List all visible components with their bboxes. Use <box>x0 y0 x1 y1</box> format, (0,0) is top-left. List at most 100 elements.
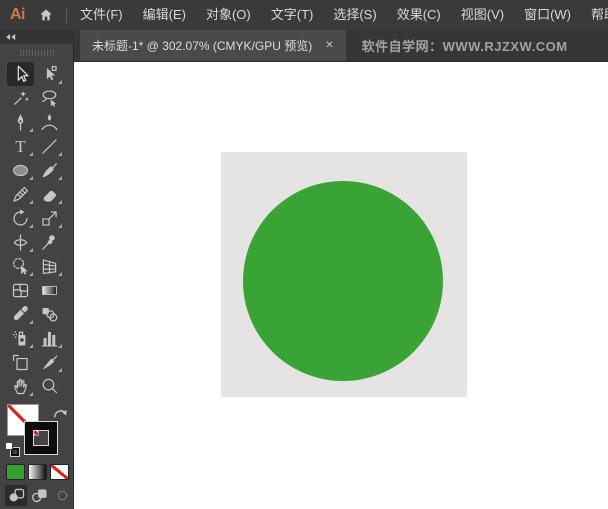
width-tool[interactable] <box>7 230 34 254</box>
lasso-icon <box>42 89 57 107</box>
ellipse-icon <box>12 164 29 176</box>
menu-bar: Ai 文件(F) 编辑(E) 对象(O) 文字(T) 选择(S) 效果(C) 视图(V) 窗口… <box>0 0 608 30</box>
menu-object[interactable]: 对象(O) <box>196 0 261 30</box>
hand-tool[interactable] <box>7 374 34 398</box>
paintbrush-icon <box>42 162 57 177</box>
line-segment-tool[interactable] <box>36 134 63 158</box>
menu-select[interactable]: 选择(S) <box>323 0 386 30</box>
fill-color-button[interactable] <box>6 464 25 480</box>
perspective-grid-tool[interactable] <box>36 254 63 278</box>
eyedropper-icon <box>13 305 28 320</box>
eyedropper-tool[interactable] <box>7 302 34 326</box>
shape-builder-tool[interactable] <box>7 254 34 278</box>
selection-icon <box>17 65 29 82</box>
hand-icon <box>14 378 28 394</box>
draw-inside-button[interactable] <box>51 485 73 506</box>
home-house-glyph <box>40 9 52 21</box>
artboard-icon <box>12 354 28 370</box>
pen-icon <box>17 113 24 131</box>
menu-window[interactable]: 窗口(W) <box>514 0 581 30</box>
app-logo: Ai <box>10 6 26 23</box>
watermark-text: 软件自学网：WWW.RJZXW.COM <box>361 39 568 54</box>
gradient-tool[interactable] <box>36 278 63 302</box>
rotate-tool[interactable] <box>7 206 34 230</box>
default-fill-stroke-icon[interactable] <box>5 442 19 456</box>
menu-type[interactable]: 文字(T) <box>261 0 324 30</box>
gradient-button[interactable] <box>28 464 47 480</box>
shape-builder-icon <box>13 257 28 275</box>
blend-tool[interactable] <box>36 302 63 326</box>
direct-selection-tool[interactable] <box>36 62 63 86</box>
rotate-icon <box>13 208 28 226</box>
eraser-tool[interactable] <box>36 182 63 206</box>
app-body: T 未标题-1* @ 302.07% (CMYK/GPU 预览) ✕ 软件自学网… <box>0 30 608 509</box>
drawing-mode-buttons <box>0 485 73 506</box>
curvature-pen-tool[interactable] <box>36 110 63 134</box>
draw-inside-icon <box>57 490 67 501</box>
draw-normal-button[interactable] <box>5 485 27 506</box>
menu-file[interactable]: 文件(F) <box>70 0 133 30</box>
green-circle[interactable] <box>243 181 443 381</box>
width-icon <box>13 233 28 251</box>
swap-fill-stroke-icon[interactable] <box>53 406 68 419</box>
scale-tool[interactable] <box>36 206 63 230</box>
mesh-icon <box>12 283 29 297</box>
scale-icon <box>42 210 57 226</box>
blend-icon <box>42 307 58 322</box>
direct-selection-icon <box>46 65 57 80</box>
magic-wand-tool[interactable] <box>7 86 34 110</box>
tool-grid: T <box>0 62 73 398</box>
type-tool[interactable]: T <box>7 134 34 158</box>
shaper-pencil-tool[interactable] <box>7 182 34 206</box>
column-graph-icon <box>41 331 58 347</box>
symbol-sprayer-tool[interactable] <box>7 326 34 350</box>
toolbar-panel: T <box>0 30 74 509</box>
menu-effect[interactable]: 效果(C) <box>387 0 451 30</box>
lasso-tool[interactable] <box>36 86 63 110</box>
shaper-pencil-icon <box>13 186 29 202</box>
paintbrush-tool[interactable] <box>36 158 63 182</box>
gradient-icon <box>42 285 57 295</box>
document-tab[interactable]: 未标题-1* @ 302.07% (CMYK/GPU 预览) ✕ <box>80 30 346 61</box>
zoom-tool[interactable] <box>36 374 63 398</box>
color-buttons <box>0 464 73 480</box>
menubar-divider-left <box>66 7 67 23</box>
slice-tool[interactable] <box>36 350 63 374</box>
pen-tool[interactable] <box>7 110 34 134</box>
puppet-warp-icon <box>42 234 55 250</box>
tab-close-icon[interactable]: ✕ <box>325 40 333 51</box>
ellipse-tool[interactable] <box>7 158 34 182</box>
stroke-swatch[interactable] <box>25 422 57 454</box>
draw-behind-button[interactable] <box>28 485 50 506</box>
menu-view[interactable]: 视图(V) <box>451 0 514 30</box>
document-tab-label: 未标题-1* @ 302.07% (CMYK/GPU 预览) <box>92 39 313 53</box>
menu-help[interactable]: 帮助(H) <box>581 0 608 30</box>
canvas[interactable] <box>74 62 608 509</box>
selection-tool[interactable] <box>7 62 34 86</box>
main-menu: 文件(F) 编辑(E) 对象(O) 文字(T) 选择(S) 效果(C) 视图(V) 窗口(W)… <box>70 0 608 30</box>
grip-dots <box>19 50 54 56</box>
collapse-double-arrow-icon <box>6 33 16 40</box>
perspective-grid-icon <box>42 258 57 274</box>
magic-wand-icon <box>14 90 29 105</box>
column-graph-tool[interactable] <box>36 326 63 350</box>
svg-text:T: T <box>15 136 25 155</box>
tab-bar: 未标题-1* @ 302.07% (CMYK/GPU 预览) ✕ 软件自学网：W… <box>74 30 608 62</box>
illustrator-window: Ai 文件(F) 编辑(E) 对象(O) 文字(T) 选择(S) 效果(C) 视图(V) 窗口… <box>0 0 608 509</box>
artboard-tool[interactable] <box>7 350 34 374</box>
toolbar-grip[interactable] <box>0 44 73 62</box>
default-fill-glyph <box>5 442 13 450</box>
fill-stroke-indicator <box>0 402 73 458</box>
toolbar-collapse-button[interactable] <box>0 30 73 44</box>
menu-edit[interactable]: 编辑(E) <box>133 0 196 30</box>
symbol-sprayer-icon <box>13 330 26 345</box>
draw-behind-icon <box>31 489 47 503</box>
curvature-pen-icon <box>41 113 58 130</box>
artboard <box>221 152 467 397</box>
work-area: 未标题-1* @ 302.07% (CMYK/GPU 预览) ✕ 软件自学网：W… <box>74 30 608 509</box>
mesh-tool[interactable] <box>7 278 34 302</box>
none-button[interactable] <box>50 464 69 480</box>
home-icon[interactable] <box>38 7 54 23</box>
eraser-icon <box>43 190 57 201</box>
puppet-warp-tool[interactable] <box>36 230 63 254</box>
